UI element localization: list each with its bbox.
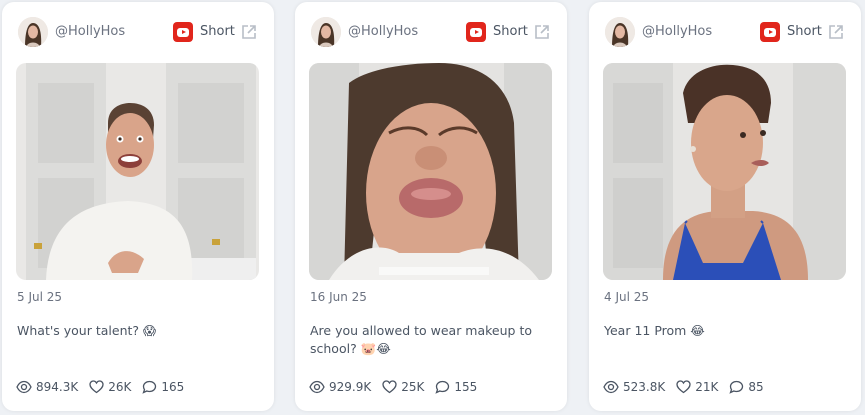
content-type-label: Short	[200, 24, 235, 39]
heart-icon	[676, 380, 691, 394]
channel-handle[interactable]: @HollyHos	[348, 24, 418, 39]
video-caption: Year 11 Prom 😂	[604, 323, 705, 338]
video-thumbnail[interactable]	[309, 63, 552, 280]
comment-icon	[142, 380, 157, 394]
avatar[interactable]	[311, 17, 341, 47]
likes-count: 25K	[401, 380, 425, 394]
comments-count: 85	[748, 380, 764, 394]
comment-icon	[729, 380, 744, 394]
channel-handle[interactable]: @HollyHos	[642, 24, 712, 39]
likes-count: 21K	[695, 380, 719, 394]
video-caption: What's your talent? 😱	[17, 323, 157, 338]
eye-icon	[16, 380, 32, 394]
youtube-icon	[173, 22, 193, 42]
heart-icon	[89, 380, 104, 394]
video-thumbnail[interactable]	[603, 63, 846, 280]
comments-count: 155	[454, 380, 478, 394]
views-count: 894.3K	[36, 380, 79, 394]
content-type-label: Short	[787, 24, 822, 39]
youtube-icon	[760, 22, 780, 42]
views-count: 929.9K	[329, 380, 372, 394]
external-link-icon[interactable]	[240, 23, 258, 41]
engagement-stats: 894.3K 26K 165	[16, 378, 195, 396]
video-thumbnail[interactable]	[16, 63, 259, 280]
post-date: 5 Jul 25	[17, 290, 63, 304]
post-date: 16 Jun 25	[310, 290, 367, 304]
channel-handle[interactable]: @HollyHos	[55, 24, 125, 39]
comment-icon	[435, 380, 450, 394]
video-caption: Are you allowed to wear makeup to school…	[310, 323, 533, 356]
comments-count: 165	[161, 380, 185, 394]
video-card[interactable]: @HollyHos Short 5 Jul 25 What's your tal…	[2, 2, 274, 411]
eye-icon	[309, 380, 325, 394]
eye-icon	[603, 380, 619, 394]
avatar[interactable]	[18, 17, 48, 47]
engagement-stats: 929.9K 25K 155	[309, 378, 488, 396]
views-count: 523.8K	[623, 380, 666, 394]
external-link-icon[interactable]	[827, 23, 845, 41]
content-type-label: Short	[493, 24, 528, 39]
heart-icon	[382, 380, 397, 394]
video-card[interactable]: @HollyHos Short 4 Jul 25 Year 11 Prom 😂	[589, 2, 861, 411]
external-link-icon[interactable]	[533, 23, 551, 41]
youtube-icon	[466, 22, 486, 42]
video-card[interactable]: @HollyHos Short 16 Jun 25 Are you allowe…	[295, 2, 567, 411]
engagement-stats: 523.8K 21K 85	[603, 378, 775, 396]
avatar[interactable]	[605, 17, 635, 47]
likes-count: 26K	[108, 380, 132, 394]
post-date: 4 Jul 25	[604, 290, 650, 304]
